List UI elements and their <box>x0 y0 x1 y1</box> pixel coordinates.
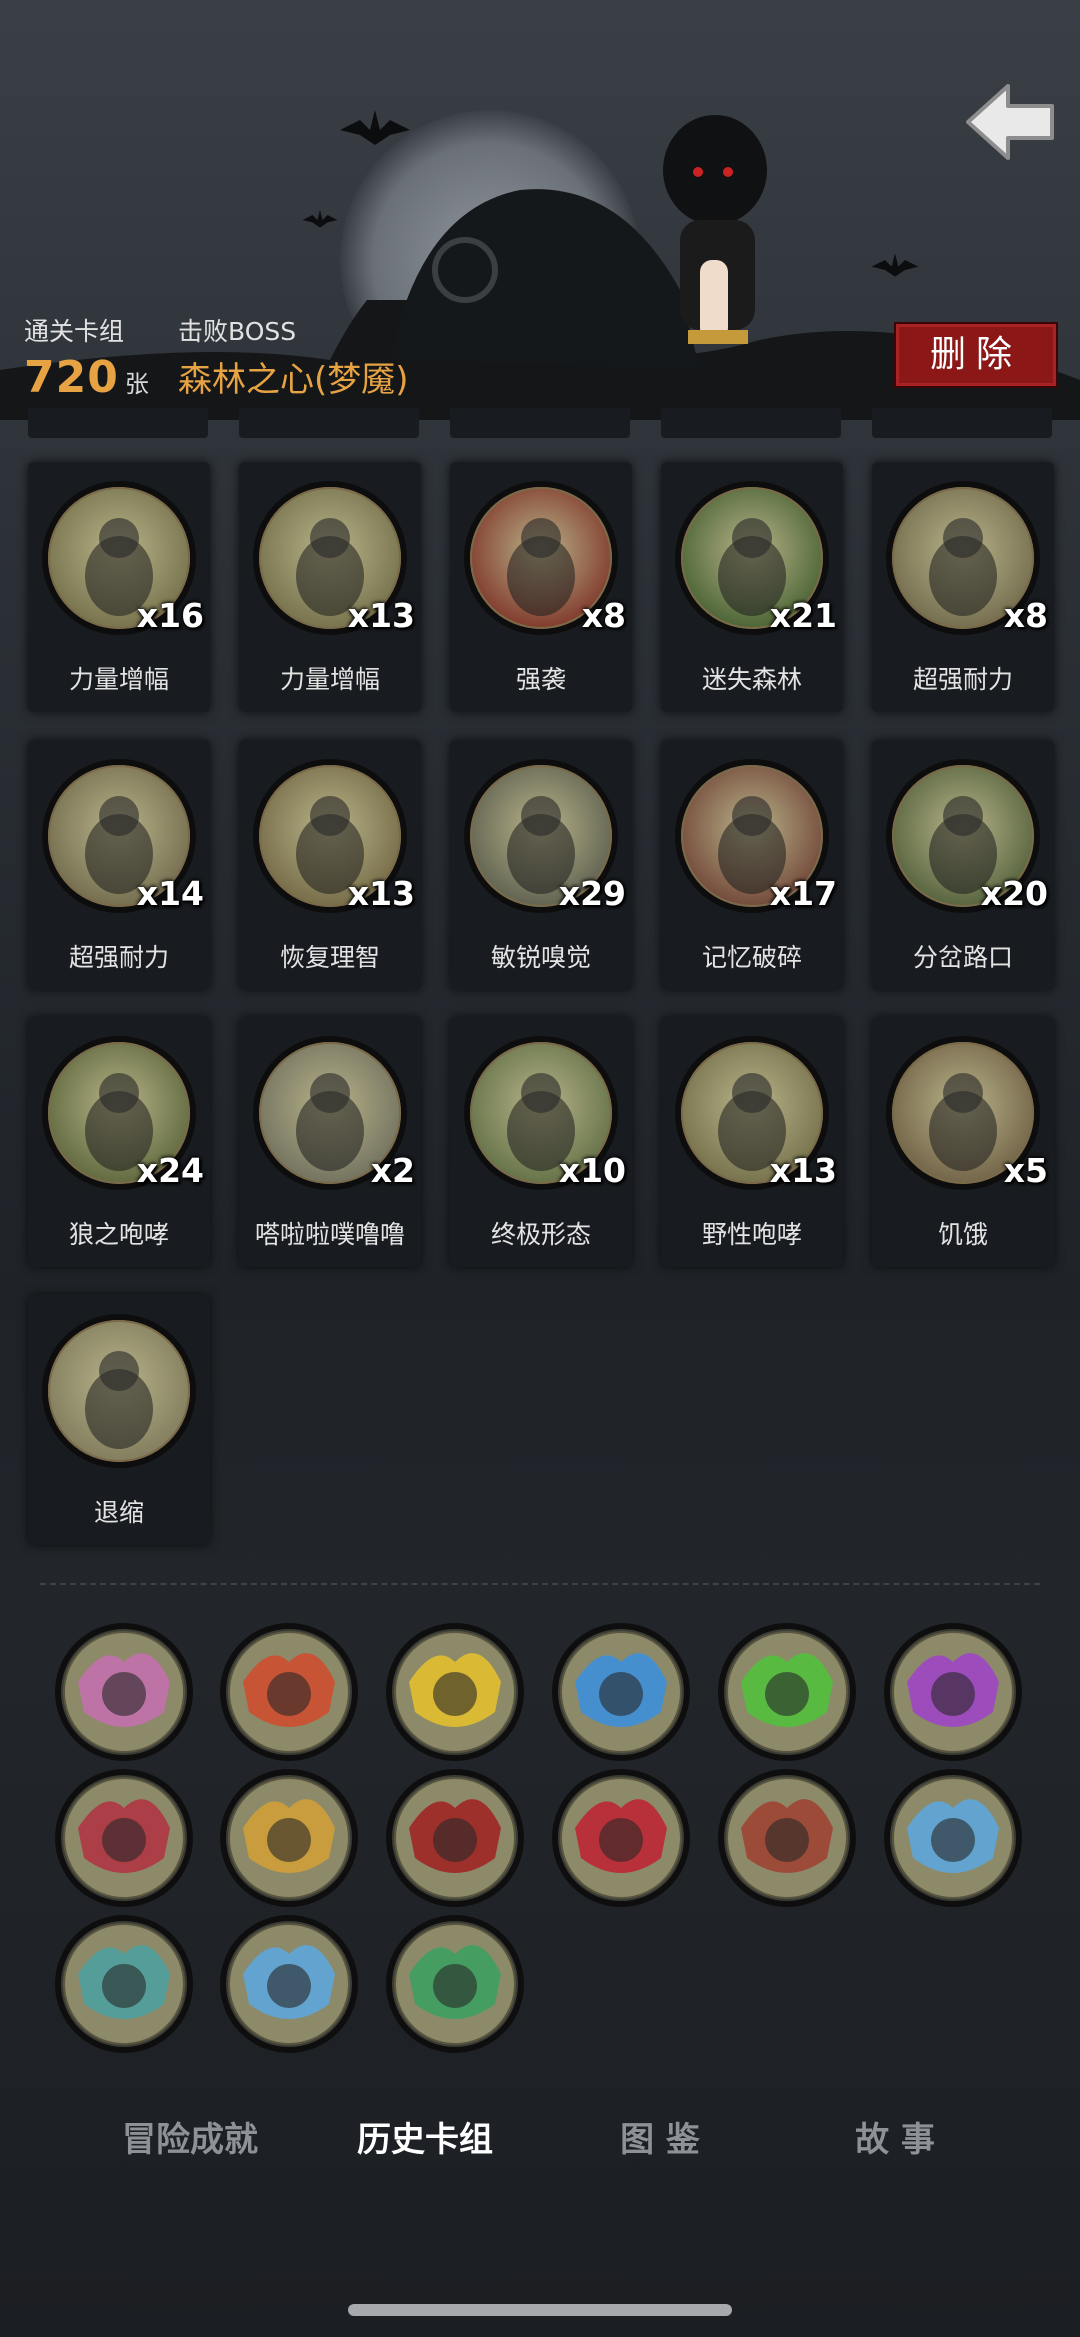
tentacle-icon[interactable] <box>54 1622 194 1762</box>
card-quantity: x2 <box>370 1151 415 1190</box>
tab-story[interactable]: 故 事 <box>815 2112 975 2166</box>
card-slot[interactable]: x13 野性咆哮 <box>661 1017 843 1267</box>
card-quantity: x13 <box>769 1151 837 1190</box>
frozen-clock-icon[interactable] <box>883 1768 1023 1908</box>
card-name: 超强耐力 <box>68 943 169 972</box>
hand-cards-icon[interactable] <box>54 1914 194 2054</box>
card-quantity: x10 <box>558 1151 626 1190</box>
card-name: 超强耐力 <box>912 665 1013 694</box>
tab-codex[interactable]: 图 鉴 <box>580 2112 740 2166</box>
card-name: 迷失森林 <box>701 665 802 694</box>
card-quantity: x20 <box>980 874 1048 913</box>
card-name: 嗒啦啦噗噜噜 <box>254 1220 405 1249</box>
card-quantity: x13 <box>347 874 415 913</box>
zombie-music-green-icon[interactable] <box>717 1622 857 1762</box>
card-quantity: x16 <box>136 596 204 635</box>
card-slot[interactable]: x5 饥饿 <box>872 1017 1054 1267</box>
card-quantity: x17 <box>769 874 837 913</box>
card-slot[interactable]: x13 力量增幅 <box>239 462 421 712</box>
card-slot[interactable]: 退缩 <box>28 1295 210 1545</box>
card-name: 力量增幅 <box>279 665 380 694</box>
home-indicator[interactable] <box>348 2304 732 2316</box>
card-quantity: x13 <box>347 596 415 635</box>
card-slot[interactable]: x16 力量增幅 <box>28 462 210 712</box>
card-name: 力量增幅 <box>68 665 169 694</box>
card-slot[interactable]: x20 分岔路口 <box>872 740 1054 990</box>
card-quantity: x24 <box>136 1151 204 1190</box>
zombie-music-purple-icon[interactable] <box>883 1622 1023 1762</box>
card-name: 分岔路口 <box>912 943 1013 972</box>
bloody-hand-icon[interactable] <box>385 1768 525 1908</box>
card-slot[interactable]: x17 记忆破碎 <box>661 740 843 990</box>
card-name: 狼之咆哮 <box>68 1220 169 1249</box>
treasure-gold-icon[interactable] <box>219 1768 359 1908</box>
tab-adventure-achievements[interactable]: 冒险成就 <box>110 2112 270 2166</box>
frozen-clock-icon[interactable] <box>219 1914 359 2054</box>
retreat-icon <box>42 1314 196 1468</box>
tab-history-decks[interactable]: 历史卡组 <box>345 2112 505 2166</box>
card-name: 强袭 <box>515 665 566 694</box>
hooded-girl-icon[interactable] <box>717 1768 857 1908</box>
card-grid: x16 力量增幅 x13 力量增幅 x8 强袭 x21 迷失森林 x8 超强耐力 x14 超强耐力 x1… <box>0 0 1080 1560</box>
card-slot[interactable]: x8 超强耐力 <box>872 462 1054 712</box>
card-slot[interactable]: x2 嗒啦啦噗噜噜 <box>239 1017 421 1267</box>
card-slot[interactable]: x13 恢复理智 <box>239 740 421 990</box>
card-name: 饥饿 <box>937 1220 988 1249</box>
section-divider <box>40 1583 1040 1585</box>
card-name: 终极形态 <box>490 1220 591 1249</box>
card-name: 恢复理智 <box>279 943 380 972</box>
card-name: 野性咆哮 <box>701 1220 802 1249</box>
zombie-music-blue-icon[interactable] <box>551 1622 691 1762</box>
card-slot[interactable]: x24 狼之咆哮 <box>28 1017 210 1267</box>
zombie-music-red-icon[interactable] <box>219 1622 359 1762</box>
card-quantity: x14 <box>136 874 204 913</box>
vip-gift-icon[interactable] <box>54 1768 194 1908</box>
card-quantity: x29 <box>558 874 626 913</box>
red-book-icon[interactable] <box>551 1768 691 1908</box>
card-quantity: x21 <box>769 596 837 635</box>
card-slot[interactable]: x29 敏锐嗅觉 <box>450 740 632 990</box>
card-name: 敏锐嗅觉 <box>490 943 591 972</box>
card-quantity: x5 <box>1003 1151 1048 1190</box>
werewolf-dna-icon[interactable] <box>385 1914 525 2054</box>
card-slot[interactable]: x10 终极形态 <box>450 1017 632 1267</box>
card-slot[interactable]: x14 超强耐力 <box>28 740 210 990</box>
card-name: 记忆破碎 <box>701 943 802 972</box>
card-quantity: x8 <box>581 596 626 635</box>
card-name: 退缩 <box>93 1498 144 1527</box>
zombie-music-yellow-icon[interactable] <box>385 1622 525 1762</box>
card-quantity: x8 <box>1003 596 1048 635</box>
card-slot[interactable]: x21 迷失森林 <box>661 462 843 712</box>
card-slot[interactable]: x8 强袭 <box>450 462 632 712</box>
